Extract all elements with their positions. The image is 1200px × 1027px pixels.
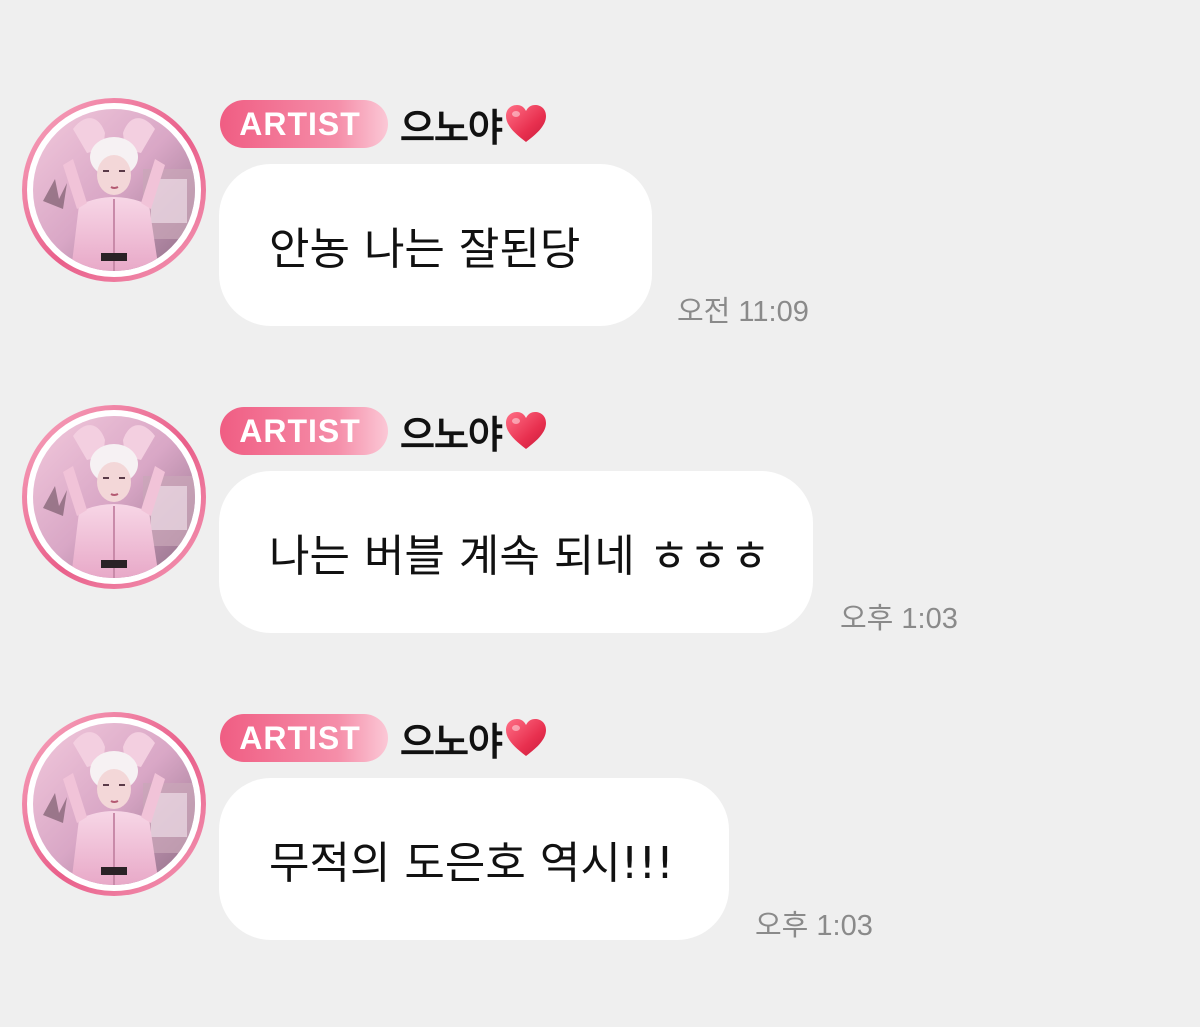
heart-icon xyxy=(505,719,546,756)
message-timestamp: 오전 11:09 xyxy=(677,296,809,328)
artist-badge: ARTIST xyxy=(220,407,388,455)
avatar-ring xyxy=(27,103,201,277)
avatar[interactable] xyxy=(22,405,206,589)
heart-icon xyxy=(505,105,546,142)
message-bubble[interactable]: 나는 버블 계속 되네 ㅎㅎㅎ xyxy=(219,471,813,633)
message-header: ARTIST 으노야 xyxy=(220,712,548,764)
message-header: ARTIST 으노야 xyxy=(220,98,548,150)
artist-badge: ARTIST xyxy=(220,714,388,762)
artist-badge: ARTIST xyxy=(220,100,388,148)
message-bubble[interactable]: 무적의 도은호 역시!!! xyxy=(219,778,729,940)
sender-name[interactable]: 으노야 xyxy=(400,711,503,766)
message-bubble[interactable]: 안농 나는 잘된당 xyxy=(219,164,652,326)
message-timestamp: 오후 1:03 xyxy=(755,910,873,942)
avatar[interactable] xyxy=(22,712,206,896)
message-timestamp: 오후 1:03 xyxy=(840,603,958,635)
avatar-ring xyxy=(27,717,201,891)
chat-message: ARTIST 으노야 무적의 도은호 역시!!! 오후 1:03 xyxy=(0,706,1200,966)
chat-area: ARTIST 으노야 안농 나는 잘된당 오전 11:09 ARTIST 으노야… xyxy=(0,0,1200,1027)
avatar[interactable] xyxy=(22,98,206,282)
message-header: ARTIST 으노야 xyxy=(220,405,548,457)
avatar-image xyxy=(33,416,195,578)
sender-name[interactable]: 으노야 xyxy=(400,404,503,459)
chat-message: ARTIST 으노야 나는 버블 계속 되네 ㅎㅎㅎ 오후 1:03 xyxy=(0,399,1200,659)
sender-name[interactable]: 으노야 xyxy=(400,97,503,152)
chat-message: ARTIST 으노야 안농 나는 잘된당 오전 11:09 xyxy=(0,92,1200,352)
avatar-image xyxy=(33,723,195,885)
avatar-ring xyxy=(27,410,201,584)
avatar-image xyxy=(33,109,195,271)
heart-icon xyxy=(505,412,546,449)
